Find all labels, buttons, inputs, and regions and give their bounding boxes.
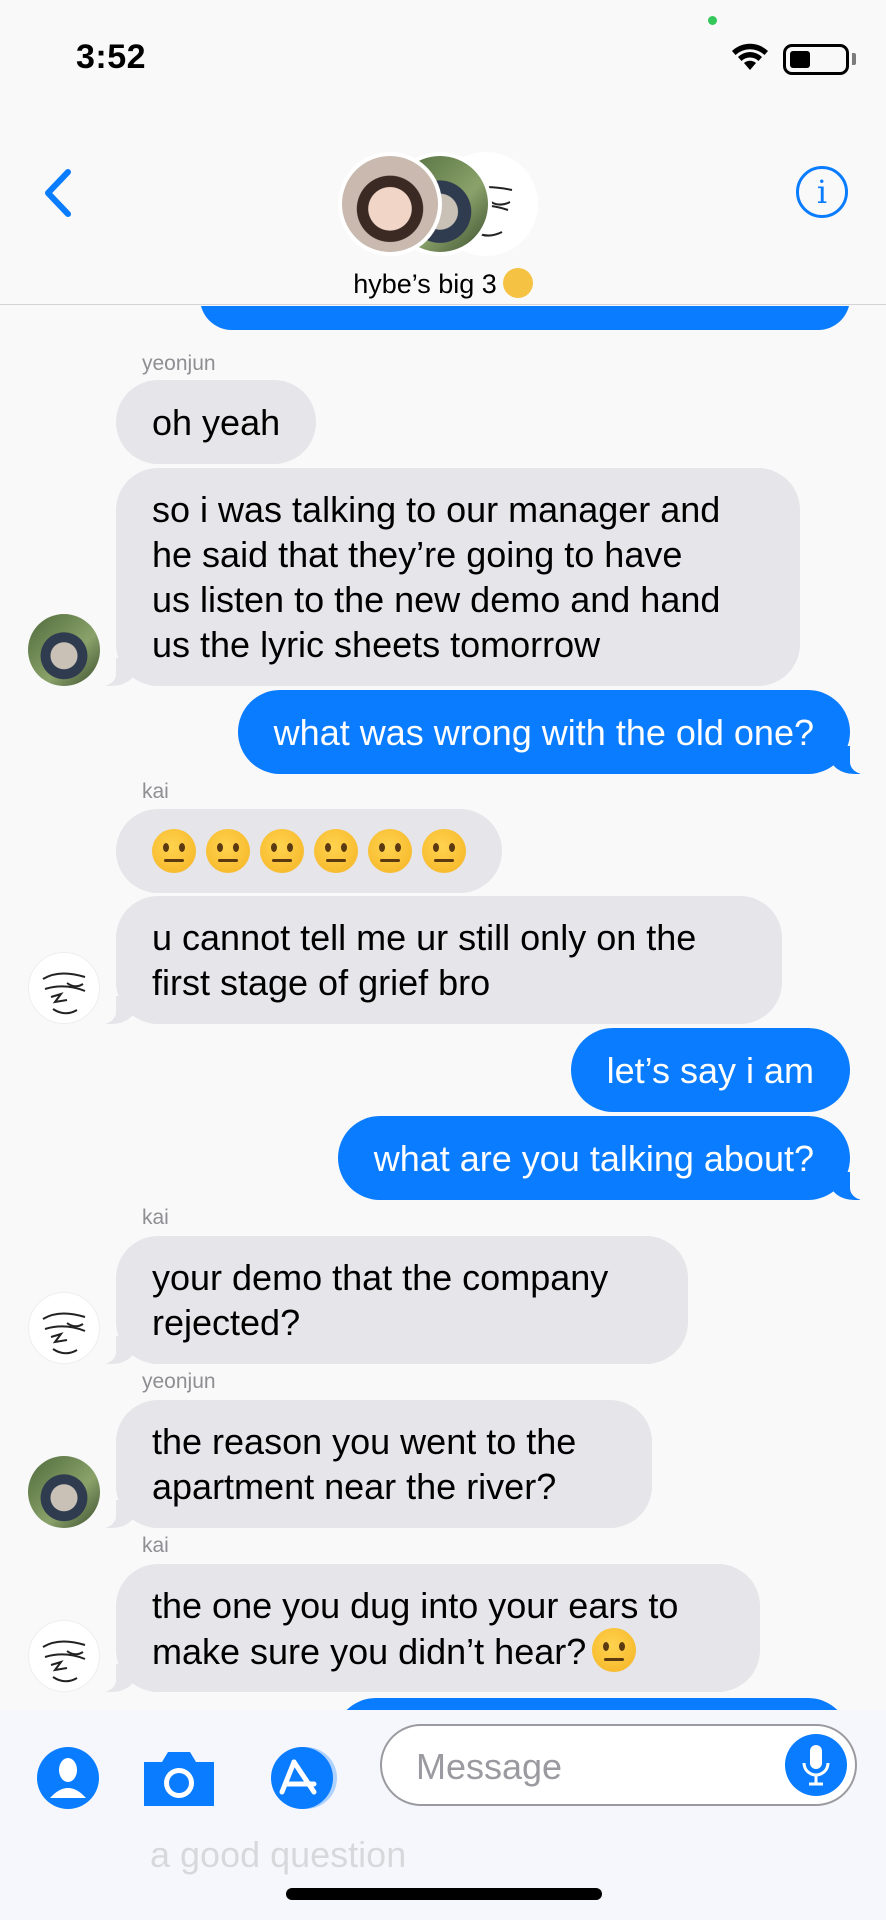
sender-name: kai — [142, 780, 169, 803]
message-input[interactable]: Message — [380, 1724, 857, 1806]
incoming-bubble[interactable]: so i was talking to our manager and he s… — [94, 468, 800, 686]
battery-icon — [783, 44, 849, 75]
incoming-bubble[interactable]: oh yeah — [116, 380, 317, 464]
neutral-face-icon — [260, 829, 304, 873]
incoming-bubble[interactable]: u cannot tell me ur still only on the fi… — [94, 896, 782, 1024]
outgoing-bubble[interactable]: what was wrong with the old one? — [237, 690, 873, 774]
conversation-header: hybe’s big 3 i — [0, 110, 886, 305]
info-icon[interactable]: i — [796, 166, 848, 218]
avatar-yeonjun[interactable] — [28, 614, 100, 686]
message-thread[interactable]: yeonjun oh yeah so i was talking to our … — [0, 306, 886, 1710]
avatar-kai[interactable] — [28, 1292, 100, 1364]
outgoing-bubble-partial[interactable] — [334, 1698, 850, 1710]
outgoing-bubble[interactable]: what are you talking about? — [337, 1116, 873, 1200]
sender-name: yeonjun — [142, 352, 216, 375]
group-avatars[interactable] — [338, 152, 538, 258]
neutral-face-icon — [422, 829, 466, 873]
camera-icon[interactable] — [140, 1746, 218, 1810]
neutral-face-icon — [152, 829, 196, 873]
neutral-face-icon — [314, 829, 358, 873]
incoming-bubble[interactable]: the one you dug into your ears to make s… — [94, 1564, 760, 1692]
neutral-face-icon — [206, 829, 250, 873]
neutral-face-row — [152, 829, 466, 873]
back-chevron-icon[interactable] — [40, 168, 74, 218]
sender-name: kai — [142, 1206, 169, 1229]
incoming-bubble[interactable]: your demo that the company rejected? — [94, 1236, 688, 1364]
outgoing-bubble[interactable]: let’s say i am — [570, 1028, 850, 1112]
sender-name: yeonjun — [142, 1370, 216, 1393]
wifi-icon — [732, 43, 768, 70]
camera-indicator-dot — [708, 16, 717, 25]
battery-cap — [852, 53, 856, 65]
status-time: 3:52 — [76, 38, 147, 76]
app-store-icon[interactable] — [262, 1746, 346, 1810]
neutral-face-icon — [592, 1627, 637, 1672]
outgoing-bubble-partial[interactable] — [200, 306, 850, 330]
microphone-icon[interactable] — [785, 1734, 847, 1796]
incoming-bubble-emoji[interactable] — [116, 809, 502, 893]
avatar-kai[interactable] — [28, 1620, 100, 1692]
status-bar: 3:52 — [0, 0, 886, 110]
home-indicator[interactable] — [286, 1888, 602, 1900]
avatar-kai[interactable] — [28, 952, 100, 1024]
incoming-bubble[interactable]: the reason you went to the apartment nea… — [94, 1400, 652, 1528]
sender-name: kai — [142, 1534, 169, 1557]
group-name[interactable]: hybe’s big 3 — [0, 268, 886, 300]
neutral-face-icon — [368, 829, 412, 873]
avatar-member — [338, 152, 442, 256]
money-mouth-face-icon — [502, 268, 533, 298]
behind-glass-text: a good question — [150, 1834, 407, 1875]
contact-icon[interactable] — [36, 1746, 100, 1810]
avatar-yeonjun[interactable] — [28, 1456, 100, 1528]
